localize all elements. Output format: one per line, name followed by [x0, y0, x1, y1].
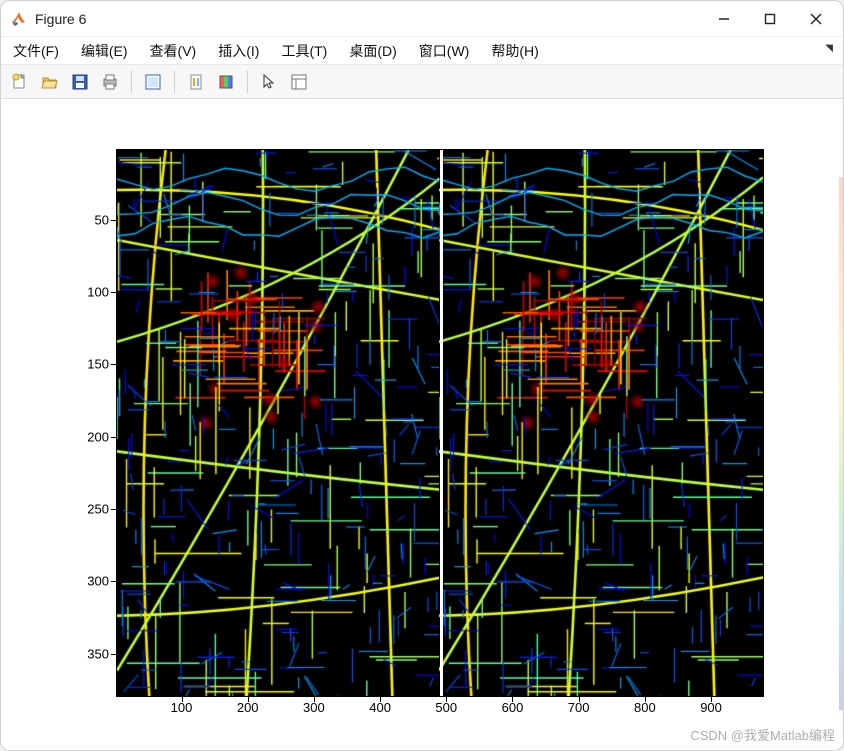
panel-separator — [440, 150, 443, 696]
data-cursor-button[interactable] — [140, 69, 166, 95]
property-editor-icon — [290, 73, 308, 91]
x-tick-label: 400 — [369, 700, 391, 715]
menu-tools[interactable]: 工具(T) — [277, 39, 331, 63]
menu-edit[interactable]: 编辑(E) — [77, 39, 132, 63]
y-tick-label: 350 — [87, 646, 109, 661]
x-tick-label: 200 — [237, 700, 259, 715]
figure-canvas[interactable]: CSDN @我爱Matlab编程 100 200 300 400 500 600 700 80… — [1, 99, 843, 750]
close-icon — [810, 13, 822, 25]
maximize-icon — [764, 13, 776, 25]
menu-desktop[interactable]: 桌面(D) — [345, 39, 400, 63]
pointer-button[interactable] — [256, 69, 282, 95]
link-plot-button[interactable] — [183, 69, 209, 95]
axes[interactable] — [116, 149, 764, 697]
link-icon — [187, 73, 205, 91]
menu-bar: 文件(F) 编辑(E) 查看(V) 插入(I) 工具(T) 桌面(D) 窗口(W… — [1, 37, 843, 65]
y-tick-label: 300 — [87, 574, 109, 589]
matlab-icon — [11, 11, 27, 27]
window-title: Figure 6 — [35, 11, 86, 27]
data-cursor-icon — [144, 73, 162, 91]
pointer-icon — [260, 73, 278, 91]
y-tick-label: 250 — [87, 502, 109, 517]
colorbar-button[interactable] — [213, 69, 239, 95]
minimize-icon — [718, 13, 730, 25]
watermark-text: CSDN @我爱Matlab编程 — [690, 725, 835, 744]
right-edge-color-bleed — [839, 177, 843, 710]
save-icon — [71, 73, 89, 91]
x-tick-label: 700 — [568, 700, 590, 715]
x-tick-label: 100 — [171, 700, 193, 715]
property-editor-button[interactable] — [286, 69, 312, 95]
save-button[interactable] — [67, 69, 93, 95]
open-folder-icon — [41, 73, 59, 91]
heatmap-panel-left — [117, 150, 441, 697]
colorbar-icon — [217, 73, 235, 91]
print-icon — [101, 73, 119, 91]
menu-file[interactable]: 文件(F) — [9, 39, 63, 63]
y-tick-label: 150 — [87, 357, 109, 372]
y-tick-label: 100 — [87, 285, 109, 300]
minimize-button[interactable] — [701, 3, 747, 35]
print-button[interactable] — [97, 69, 123, 95]
menu-window[interactable]: 窗口(W) — [415, 39, 474, 63]
close-button[interactable] — [793, 3, 839, 35]
menu-help[interactable]: 帮助(H) — [487, 39, 542, 63]
x-tick-label: 800 — [634, 700, 656, 715]
toolbar-separator — [131, 71, 132, 93]
menu-view[interactable]: 查看(V) — [146, 39, 201, 63]
open-button[interactable] — [37, 69, 63, 95]
maximize-button[interactable] — [747, 3, 793, 35]
x-tick-label: 300 — [303, 700, 325, 715]
toolbar-separator — [247, 71, 248, 93]
x-tick-label: 600 — [502, 700, 524, 715]
toolbar-separator — [174, 71, 175, 93]
new-file-icon — [11, 73, 29, 91]
new-figure-button[interactable] — [7, 69, 33, 95]
y-tick-label: 50 — [95, 212, 109, 227]
figure-window: Figure 6 文件(F) 编辑(E) 查看(V) 插入(I) 工具(T) 桌… — [0, 0, 844, 751]
x-tick-label: 500 — [435, 700, 457, 715]
menu-insert[interactable]: 插入(I) — [214, 39, 263, 63]
dock-arrow-icon[interactable]: ◥ — [825, 43, 833, 54]
title-bar: Figure 6 — [1, 1, 843, 37]
x-tick-label: 900 — [700, 700, 722, 715]
heatmap-panel-right — [439, 150, 763, 697]
toolbar — [1, 65, 843, 99]
y-tick-label: 200 — [87, 429, 109, 444]
